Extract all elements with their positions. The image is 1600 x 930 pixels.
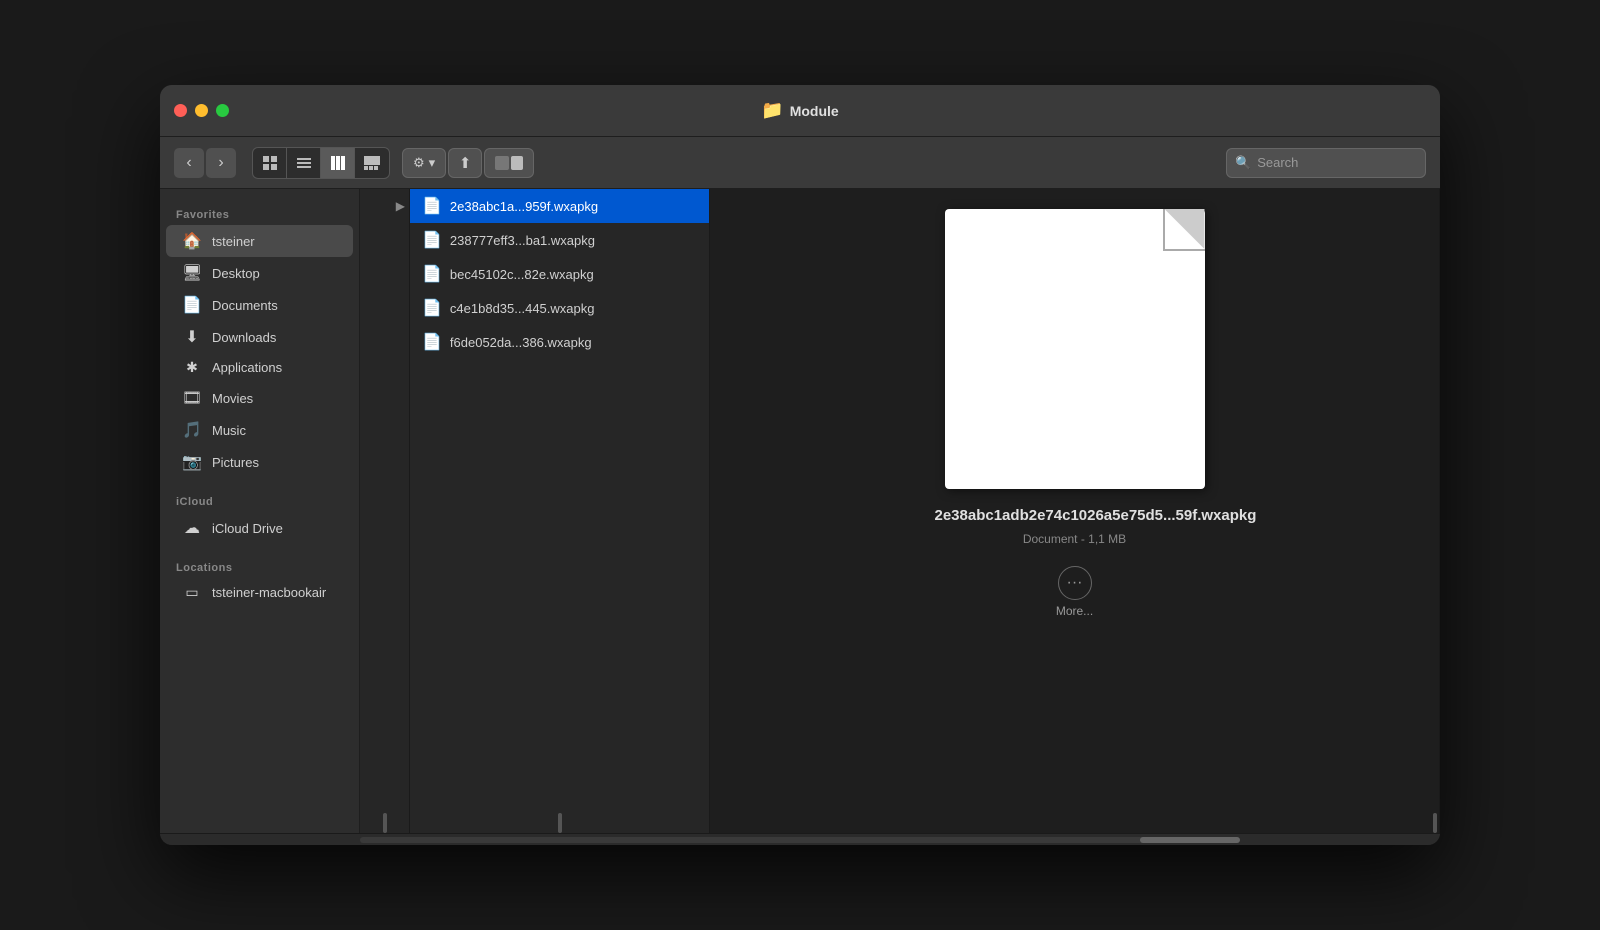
sidebar-item-movies[interactable]: 🎞 Movies <box>166 382 353 414</box>
sort-icon: ⚙ <box>413 155 425 171</box>
movies-icon: 🎞 <box>182 388 202 408</box>
search-input[interactable] <box>1257 155 1417 170</box>
horizontal-scrollbar-track[interactable] <box>360 837 1240 843</box>
folder-icon: 📁 <box>761 100 783 121</box>
sidebar-item-tsteiner[interactable]: 🏠 tsteiner <box>166 225 353 257</box>
forward-button[interactable]: › <box>206 148 236 178</box>
locations-label: Locations <box>160 554 359 578</box>
documents-icon: 📄 <box>182 295 202 315</box>
share-button[interactable]: ⬆ <box>448 148 482 178</box>
title-bar: 📁 Module <box>160 85 1440 137</box>
icloud-icon: ☁ <box>182 518 202 538</box>
sidebar-item-label: Music <box>212 423 246 438</box>
view-buttons-group <box>252 147 390 179</box>
sidebar-item-label: Desktop <box>212 266 260 281</box>
search-icon: 🔍 <box>1235 155 1251 171</box>
sidebar-item-downloads[interactable]: ⬇ Downloads <box>166 321 353 353</box>
sidebar-item-desktop[interactable]: 🖥 Desktop <box>166 257 353 289</box>
file-name-5: f6de052da...386.wxapkg <box>450 335 697 350</box>
columns-area: ▶ 📄 2e38abc1a...959f.wxapkg 📄 238777eff3… <box>360 189 1440 833</box>
preview-filename: 2e38abc1adb2e74c1026a5e75d5...59f.wxapkg <box>935 505 1215 526</box>
search-box[interactable]: 🔍 <box>1226 148 1426 178</box>
horizontal-scrollbar-thumb[interactable] <box>1140 837 1240 843</box>
sidebar-item-applications[interactable]: ✱ Applications <box>166 353 353 382</box>
main-content: Favorites 🏠 tsteiner 🖥 Desktop 📄 Documen… <box>160 189 1440 833</box>
column-panel-files: 📄 2e38abc1a...959f.wxapkg 📄 238777eff3..… <box>410 189 710 833</box>
icon-view-button[interactable] <box>253 148 287 178</box>
expand-arrow-icon: ▶ <box>396 199 409 213</box>
traffic-lights <box>174 104 229 117</box>
sidebar-item-label: Pictures <box>212 455 259 470</box>
preview-content: 2e38abc1adb2e74c1026a5e75d5...59f.wxapkg… <box>710 189 1439 638</box>
file-icon-2: 📄 <box>422 230 442 250</box>
bottom-scrollbar-area <box>160 833 1440 845</box>
file-icon-4: 📄 <box>422 298 442 318</box>
preview-panel: 2e38abc1adb2e74c1026a5e75d5...59f.wxapkg… <box>710 189 1440 833</box>
file-item-1[interactable]: 📄 2e38abc1a...959f.wxapkg <box>410 189 709 223</box>
window-title: Module <box>790 103 839 119</box>
sidebar-item-label: iCloud Drive <box>212 521 283 536</box>
minimize-button[interactable] <box>195 104 208 117</box>
home-icon: 🏠 <box>182 231 202 251</box>
sidebar-item-label: Movies <box>212 391 253 406</box>
sidebar-item-icloud-drive[interactable]: ☁ iCloud Drive <box>166 512 353 544</box>
sidebar-item-label: Applications <box>212 360 282 375</box>
file-name-1: 2e38abc1a...959f.wxapkg <box>450 199 697 214</box>
applications-icon: ✱ <box>182 359 202 376</box>
file-item-3[interactable]: 📄 bec45102c...82e.wxapkg <box>410 257 709 291</box>
nav-buttons: ‹ › <box>174 148 236 178</box>
file-item-4[interactable]: 📄 c4e1b8d35...445.wxapkg <box>410 291 709 325</box>
maximize-button[interactable] <box>216 104 229 117</box>
share-icon: ⬆ <box>459 154 472 172</box>
more-icon: ··· <box>1058 566 1092 600</box>
back-button[interactable]: ‹ <box>174 148 204 178</box>
file-icon-5: 📄 <box>422 332 442 352</box>
resize-handle-1[interactable] <box>383 813 387 833</box>
icloud-label: iCloud <box>160 488 359 512</box>
close-button[interactable] <box>174 104 187 117</box>
window-title-area: 📁 Module <box>761 100 838 121</box>
list-view-button[interactable] <box>287 148 321 178</box>
file-item-2[interactable]: 📄 238777eff3...ba1.wxapkg <box>410 223 709 257</box>
resize-handle-2[interactable] <box>558 813 562 833</box>
pictures-icon: 📷 <box>182 452 202 472</box>
sidebar: Favorites 🏠 tsteiner 🖥 Desktop 📄 Documen… <box>160 189 360 833</box>
sort-button[interactable]: ⚙ ▾ <box>402 148 446 178</box>
finder-window: 📁 Module ‹ › <box>160 85 1440 845</box>
sidebar-item-label: Downloads <box>212 330 276 345</box>
file-item-5[interactable]: 📄 f6de052da...386.wxapkg <box>410 325 709 359</box>
gallery-view-button[interactable] <box>355 148 389 178</box>
column-panel-1: ▶ <box>360 189 410 833</box>
sidebar-item-label: tsteiner-macbookair <box>212 585 326 600</box>
file-icon-3: 📄 <box>422 264 442 284</box>
sidebar-item-pictures[interactable]: 📷 Pictures <box>166 446 353 478</box>
downloads-icon: ⬇ <box>182 327 202 347</box>
file-name-2: 238777eff3...ba1.wxapkg <box>450 233 697 248</box>
favorites-label: Favorites <box>160 201 359 225</box>
sidebar-item-documents[interactable]: 📄 Documents <box>166 289 353 321</box>
file-name-4: c4e1b8d35...445.wxapkg <box>450 301 697 316</box>
file-icon-1: 📄 <box>422 196 442 216</box>
preview-fileinfo: Document - 1,1 MB <box>1023 532 1126 546</box>
column-view-button[interactable] <box>321 148 355 178</box>
music-icon: 🎵 <box>182 420 202 440</box>
resize-handle-3[interactable] <box>1433 813 1437 833</box>
sidebar-item-label: Documents <box>212 298 278 313</box>
more-button[interactable]: ··· More... <box>1056 566 1093 618</box>
preview-toggle-button[interactable] <box>484 148 534 178</box>
desktop-icon: 🖥 <box>182 263 202 283</box>
computer-icon: ▭ <box>182 584 202 601</box>
sidebar-item-macbook[interactable]: ▭ tsteiner-macbookair <box>166 578 353 607</box>
file-name-3: bec45102c...82e.wxapkg <box>450 267 697 282</box>
preview-file-thumbnail <box>945 209 1205 489</box>
toolbar: ‹ › <box>160 137 1440 189</box>
sidebar-item-label: tsteiner <box>212 234 255 249</box>
more-label: More... <box>1056 604 1093 618</box>
sort-dropdown-icon: ▾ <box>429 155 436 171</box>
sidebar-item-music[interactable]: 🎵 Music <box>166 414 353 446</box>
